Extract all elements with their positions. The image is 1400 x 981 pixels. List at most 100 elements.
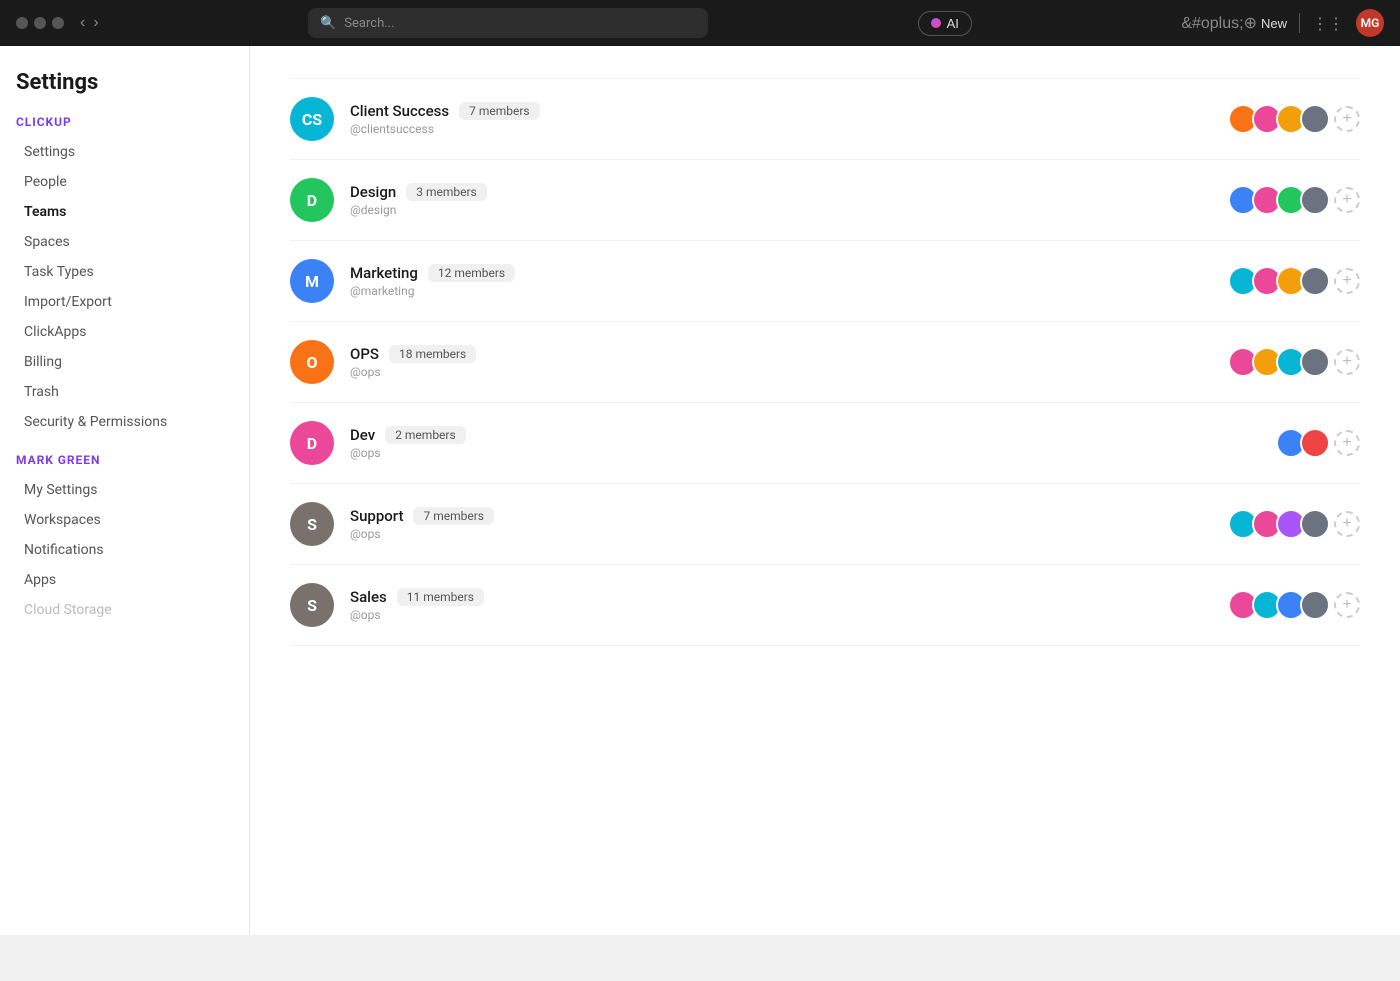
- team-avatar-dev: D: [290, 421, 334, 465]
- sidebar-section-mark: MARK GREEN: [16, 453, 233, 467]
- sidebar-item-teams[interactable]: Teams: [16, 197, 233, 227]
- sidebar-item-cloud-storage[interactable]: Cloud Storage: [16, 595, 233, 625]
- sidebar-item-import-export[interactable]: Import/Export: [16, 287, 233, 317]
- team-row-design[interactable]: D Design 3 members @design +: [290, 160, 1360, 241]
- team-row-support[interactable]: SSupport7 members@ops+: [290, 484, 1360, 565]
- sidebar-item-workspaces[interactable]: Workspaces: [16, 505, 233, 535]
- team-avatars-ops: +: [1228, 347, 1360, 377]
- nav-arrows: ‹ ›: [80, 14, 99, 32]
- member-avatar: [1300, 590, 1330, 620]
- team-avatar-client-success: CS: [290, 97, 334, 141]
- team-row-client-success[interactable]: CS Client Success 7 members @clientsuccess +: [290, 78, 1360, 160]
- team-avatar-sales: S: [290, 583, 334, 627]
- team-info-marketing: Marketing 12 members @marketing: [350, 264, 1228, 298]
- new-button[interactable]: &#oplus;⊕ New: [1181, 13, 1287, 33]
- sidebar-item-spaces[interactable]: Spaces: [16, 227, 233, 257]
- add-member-button-client-success[interactable]: +: [1334, 106, 1360, 132]
- add-member-button-dev[interactable]: +: [1334, 430, 1360, 456]
- sidebar-item-security[interactable]: Security & Permissions: [16, 407, 233, 437]
- team-handle-support: @ops: [350, 527, 1228, 541]
- team-avatar-marketing: M: [290, 259, 334, 303]
- member-badge-design: 3 members: [406, 183, 487, 201]
- topbar: ‹ › 🔍 Search... AI &#oplus;⊕ New ⋮⋮ MG: [0, 0, 1400, 46]
- team-row-dev[interactable]: D Dev 2 members @ops +: [290, 403, 1360, 484]
- team-avatars-marketing: +: [1228, 266, 1360, 296]
- team-avatars-support: +: [1228, 509, 1360, 539]
- sidebar-item-notifications[interactable]: Notifications: [16, 535, 233, 565]
- team-name-sales: Sales: [350, 588, 387, 606]
- sidebar-item-trash[interactable]: Trash: [16, 377, 233, 407]
- member-badge-support: 7 members: [413, 507, 494, 525]
- add-member-button-marketing[interactable]: +: [1334, 268, 1360, 294]
- team-avatars-client-success: +: [1228, 104, 1360, 134]
- add-member-button-ops[interactable]: +: [1334, 349, 1360, 375]
- team-avatars-dev: +: [1276, 428, 1360, 458]
- team-name-ops: OPS: [350, 345, 379, 363]
- member-avatar: [1300, 428, 1330, 458]
- team-name-dev: Dev: [350, 426, 375, 444]
- member-avatar: [1300, 104, 1330, 134]
- team-name-marketing: Marketing: [350, 264, 418, 282]
- search-bar[interactable]: 🔍 Search...: [308, 8, 708, 38]
- plus-icon: &#oplus;⊕: [1181, 13, 1257, 33]
- sidebar-item-settings[interactable]: Settings: [16, 137, 233, 167]
- team-name-design: Design: [350, 183, 396, 201]
- search-icon: 🔍: [320, 16, 336, 31]
- sidebar: Settings CLICKUP Settings People Teams S…: [0, 46, 250, 935]
- member-avatar: [1300, 509, 1330, 539]
- team-handle-marketing: @marketing: [350, 284, 1228, 298]
- sidebar-item-apps[interactable]: Apps: [16, 565, 233, 595]
- team-row-marketing[interactable]: M Marketing 12 members @marketing +: [290, 241, 1360, 322]
- team-name-support: Support: [350, 507, 403, 525]
- team-info-support: Support 7 members @ops: [350, 507, 1228, 541]
- member-badge-sales: 11 members: [397, 588, 484, 606]
- team-info-design: Design 3 members @design: [350, 183, 1228, 217]
- team-row-sales[interactable]: S Sales 11 members @ops +: [290, 565, 1360, 646]
- window-controls: [16, 17, 64, 29]
- ai-label: AI: [947, 16, 959, 31]
- team-handle-client-success: @clientsuccess: [350, 122, 1228, 136]
- main-content: CS Client Success 7 members @clientsuccess +…: [250, 46, 1400, 935]
- sidebar-item-my-settings[interactable]: My Settings: [16, 475, 233, 505]
- new-label: New: [1261, 16, 1287, 31]
- team-avatar-design: D: [290, 178, 334, 222]
- add-member-button-support[interactable]: +: [1334, 511, 1360, 537]
- ai-button[interactable]: AI: [918, 11, 972, 36]
- grid-icon[interactable]: ⋮⋮: [1312, 14, 1344, 33]
- team-avatar-ops: O: [290, 340, 334, 384]
- team-info-ops: OPS 18 members @ops: [350, 345, 1228, 379]
- team-avatars-sales: +: [1228, 590, 1360, 620]
- member-badge-ops: 18 members: [389, 345, 476, 363]
- sidebar-item-billing[interactable]: Billing: [16, 347, 233, 377]
- team-handle-ops: @ops: [350, 365, 1228, 379]
- sidebar-item-people[interactable]: People: [16, 167, 233, 197]
- ai-icon: [931, 18, 941, 28]
- team-handle-dev: @ops: [350, 446, 1276, 460]
- sidebar-section-clickup: CLICKUP: [16, 115, 233, 129]
- divider: [1299, 13, 1300, 33]
- forward-button[interactable]: ›: [93, 14, 98, 32]
- member-avatar: [1300, 185, 1330, 215]
- team-name-client-success: Client Success: [350, 102, 449, 120]
- topbar-right: &#oplus;⊕ New ⋮⋮ MG: [1181, 9, 1384, 37]
- add-member-button-design[interactable]: +: [1334, 187, 1360, 213]
- team-handle-sales: @ops: [350, 608, 1228, 622]
- team-info-sales: Sales 11 members @ops: [350, 588, 1228, 622]
- main-layout: Settings CLICKUP Settings People Teams S…: [0, 46, 1400, 935]
- member-badge-dev: 2 members: [385, 426, 466, 444]
- member-avatar: [1300, 347, 1330, 377]
- team-handle-design: @design: [350, 203, 1228, 217]
- team-info-dev: Dev 2 members @ops: [350, 426, 1276, 460]
- team-row-ops[interactable]: O OPS 18 members @ops +: [290, 322, 1360, 403]
- sidebar-item-clickapps[interactable]: ClickApps: [16, 317, 233, 347]
- team-info-client-success: Client Success 7 members @clientsuccess: [350, 102, 1228, 136]
- user-avatar[interactable]: MG: [1356, 9, 1384, 37]
- member-badge-marketing: 12 members: [428, 264, 515, 282]
- add-member-button-sales[interactable]: +: [1334, 592, 1360, 618]
- member-avatar: [1300, 266, 1330, 296]
- back-button[interactable]: ‹: [80, 14, 85, 32]
- member-badge-client-success: 7 members: [459, 102, 540, 120]
- team-list: CS Client Success 7 members @clientsuccess +…: [290, 78, 1360, 646]
- search-placeholder: Search...: [344, 16, 394, 31]
- sidebar-item-task-types[interactable]: Task Types: [16, 257, 233, 287]
